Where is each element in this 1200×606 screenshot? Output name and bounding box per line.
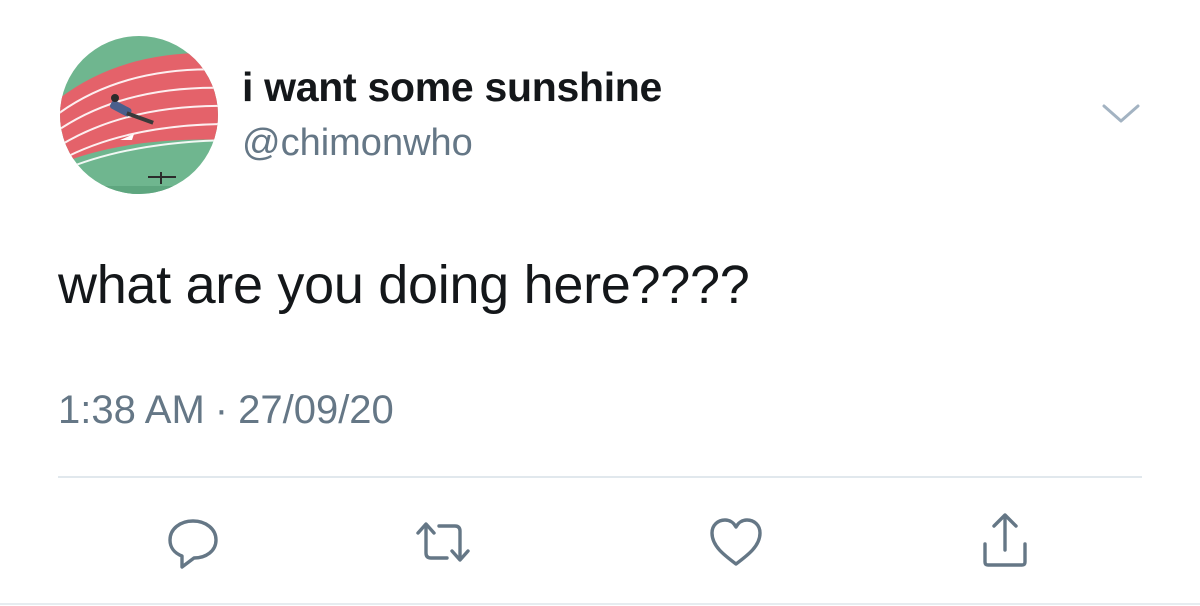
chevron-down-icon	[1102, 104, 1140, 123]
tweet-timestamp[interactable]: 1:38 AM · 27/09/20	[58, 388, 394, 433]
reply-button[interactable]	[161, 510, 225, 574]
tweet-menu-button[interactable]	[1098, 98, 1144, 128]
like-button[interactable]	[704, 510, 768, 574]
heart-icon	[710, 518, 762, 566]
avatar-image	[60, 36, 218, 194]
tweet-text: what are you doing here????	[58, 255, 750, 315]
retweet-arrows-icon	[416, 522, 470, 562]
share-upload-icon	[983, 513, 1027, 567]
tweet-card: i want some sunshine @chimonwho what are…	[0, 0, 1200, 606]
display-name[interactable]: i want some sunshine	[242, 64, 662, 111]
bottom-divider	[0, 603, 1200, 605]
speech-bubble-icon	[168, 519, 218, 569]
tweet-time: 1:38 AM	[58, 388, 205, 432]
user-handle[interactable]: @chimonwho	[242, 122, 473, 165]
avatar[interactable]	[60, 36, 218, 194]
share-button[interactable]	[973, 510, 1037, 574]
meta-separator: ·	[214, 388, 229, 432]
tweet-date: 27/09/20	[238, 388, 394, 432]
divider	[58, 476, 1142, 478]
retweet-button[interactable]	[411, 510, 475, 574]
